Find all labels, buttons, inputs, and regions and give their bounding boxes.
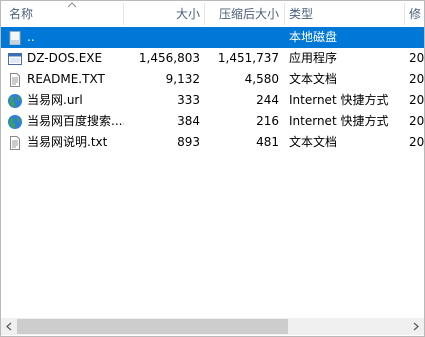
sort-ascending-icon — [67, 2, 77, 8]
internet-shortcut-icon — [8, 115, 22, 129]
file-name: 当易网说明.txt — [27, 135, 108, 149]
file-name-cell: 当易网说明.txt — [5, 132, 124, 153]
column-divider[interactable] — [123, 3, 124, 25]
file-compressed-size: 216 — [256, 114, 279, 128]
column-name-label: 名称 — [9, 7, 34, 21]
file-row[interactable]: 当易网百度搜索.... 384 216 Internet 快捷方式 20 — [1, 111, 424, 132]
file-name: 当易网百度搜索.... — [27, 114, 124, 128]
file-name: .. — [27, 30, 35, 44]
column-type-header[interactable]: 类型 — [289, 1, 401, 27]
column-size-label: 大小 — [175, 7, 200, 21]
file-modified: 20 — [409, 93, 424, 107]
file-modified: 20 — [409, 114, 424, 128]
file-modified: 20 — [409, 135, 424, 149]
column-size-header[interactable]: 大小 — [129, 1, 200, 27]
internet-shortcut-icon — [8, 94, 22, 108]
file-row[interactable]: 当易网说明.txt 893 481 文本文档 20 — [1, 132, 424, 153]
scroll-right-arrow-icon[interactable] — [408, 318, 424, 335]
file-type: Internet 快捷方式 — [289, 93, 389, 107]
column-divider[interactable] — [284, 3, 285, 25]
horizontal-scrollbar[interactable] — [1, 318, 424, 335]
column-divider[interactable] — [404, 3, 405, 25]
scrollbar-thumb[interactable] — [17, 319, 288, 334]
column-compressed-header[interactable]: 压缩后大小 — [209, 1, 279, 27]
file-row[interactable]: 当易网.url 333 244 Internet 快捷方式 20 — [1, 90, 424, 111]
file-size: 893 — [177, 135, 200, 149]
file-type: 文本文档 — [289, 72, 338, 86]
file-size: 1,456,803 — [138, 51, 200, 65]
file-modified: 20 — [409, 72, 424, 86]
column-modified-label: 修 — [409, 7, 422, 21]
file-row[interactable]: README.TXT 9,132 4,580 文本文档 20 — [1, 69, 424, 90]
column-name-header[interactable]: 名称 — [9, 1, 119, 27]
file-name-cell: 当易网.url — [5, 90, 124, 111]
file-name-cell: .. — [5, 27, 124, 48]
file-type: 本地磁盘 — [289, 30, 338, 44]
file-name: DZ-DOS.EXE — [27, 51, 103, 65]
file-name: README.TXT — [27, 72, 105, 86]
file-compressed-size: 481 — [256, 135, 279, 149]
exe-icon — [8, 53, 22, 65]
file-row-parent[interactable]: .. 本地磁盘 — [1, 27, 424, 48]
file-name-cell: DZ-DOS.EXE — [5, 48, 124, 69]
file-compressed-size: 1,451,737 — [217, 51, 279, 65]
file-size: 384 — [177, 114, 200, 128]
file-type: 文本文档 — [289, 135, 338, 149]
file-row[interactable]: DZ-DOS.EXE 1,456,803 1,451,737 应用程序 20 — [1, 48, 424, 69]
file-compressed-size: 4,580 — [244, 72, 279, 86]
up-folder-icon — [9, 31, 21, 45]
file-type: Internet 快捷方式 — [289, 114, 389, 128]
file-size: 333 — [177, 93, 200, 107]
file-type: 应用程序 — [289, 51, 338, 65]
file-modified: 20 — [409, 51, 424, 65]
column-type-label: 类型 — [289, 7, 314, 21]
text-file-icon — [10, 73, 20, 87]
file-name-cell: README.TXT — [5, 69, 124, 90]
file-compressed-size: 244 — [256, 93, 279, 107]
file-name: 当易网.url — [27, 93, 83, 107]
column-modified-header[interactable]: 修 — [409, 1, 424, 27]
scroll-left-arrow-icon[interactable] — [1, 318, 17, 335]
file-size: 9,132 — [165, 72, 200, 86]
column-header: 名称 大小 压缩后大小 类型 修 — [1, 1, 424, 28]
text-file-icon — [10, 136, 20, 150]
column-divider[interactable] — [204, 3, 205, 25]
column-compressed-label: 压缩后大小 — [218, 7, 279, 21]
file-name-cell: 当易网百度搜索.... — [5, 111, 124, 132]
